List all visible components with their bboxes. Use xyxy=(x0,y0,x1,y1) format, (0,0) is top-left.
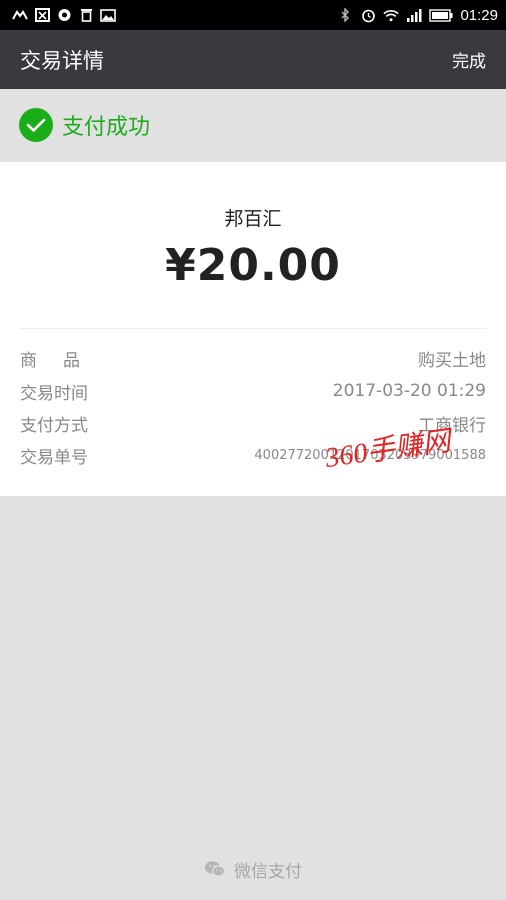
alarm-icon xyxy=(360,8,376,22)
detail-row-goods: 商品 购买土地 xyxy=(20,344,486,372)
gallery-icon xyxy=(100,8,116,22)
payment-amount: ¥20.00 xyxy=(165,240,341,291)
detail-label: 支付方式 xyxy=(20,415,88,436)
chat-bubble-icon xyxy=(56,8,72,22)
trash-icon xyxy=(78,8,94,22)
detail-label: 交易单号 xyxy=(20,447,88,468)
missed-call-icon xyxy=(12,8,28,22)
footer-brand: 微信支付 xyxy=(234,861,302,882)
transaction-card: 邦百汇 ¥20.00 商品 购买土地 交易时间 2017-03-20 01:29… xyxy=(0,162,506,496)
payment-status-text: 支付成功 xyxy=(62,115,151,140)
clock-time: 01:29 xyxy=(460,6,498,24)
status-bar-right: 01:29 xyxy=(337,7,506,24)
done-button[interactable]: 完成 xyxy=(452,47,486,72)
bluetooth-icon xyxy=(337,8,353,22)
status-bar-left xyxy=(0,8,116,22)
signal-icon xyxy=(406,8,422,22)
detail-value: 2017-03-20 01:29 xyxy=(332,381,486,401)
toolbar: 交易详情 完成 xyxy=(0,30,506,89)
detail-value: 购买土地 xyxy=(418,350,486,371)
battery-icon xyxy=(429,8,453,22)
detail-label: 交易时间 xyxy=(20,383,88,404)
wechat-logo-icon xyxy=(204,860,226,878)
detail-row-time: 交易时间 2017-03-20 01:29 xyxy=(20,377,486,405)
success-check-icon xyxy=(19,108,53,142)
wifi-icon xyxy=(383,8,400,22)
detail-label: 商品 xyxy=(20,350,106,371)
divider xyxy=(20,328,486,329)
page-title: 交易详情 xyxy=(20,48,104,73)
status-bar: 01:29 xyxy=(0,0,506,30)
merchant-name: 邦百汇 xyxy=(224,208,282,230)
image-x-icon xyxy=(34,8,50,22)
payment-status-row: 支付成功 xyxy=(0,89,506,161)
wechat-pay-footer: 微信支付 xyxy=(0,855,506,883)
